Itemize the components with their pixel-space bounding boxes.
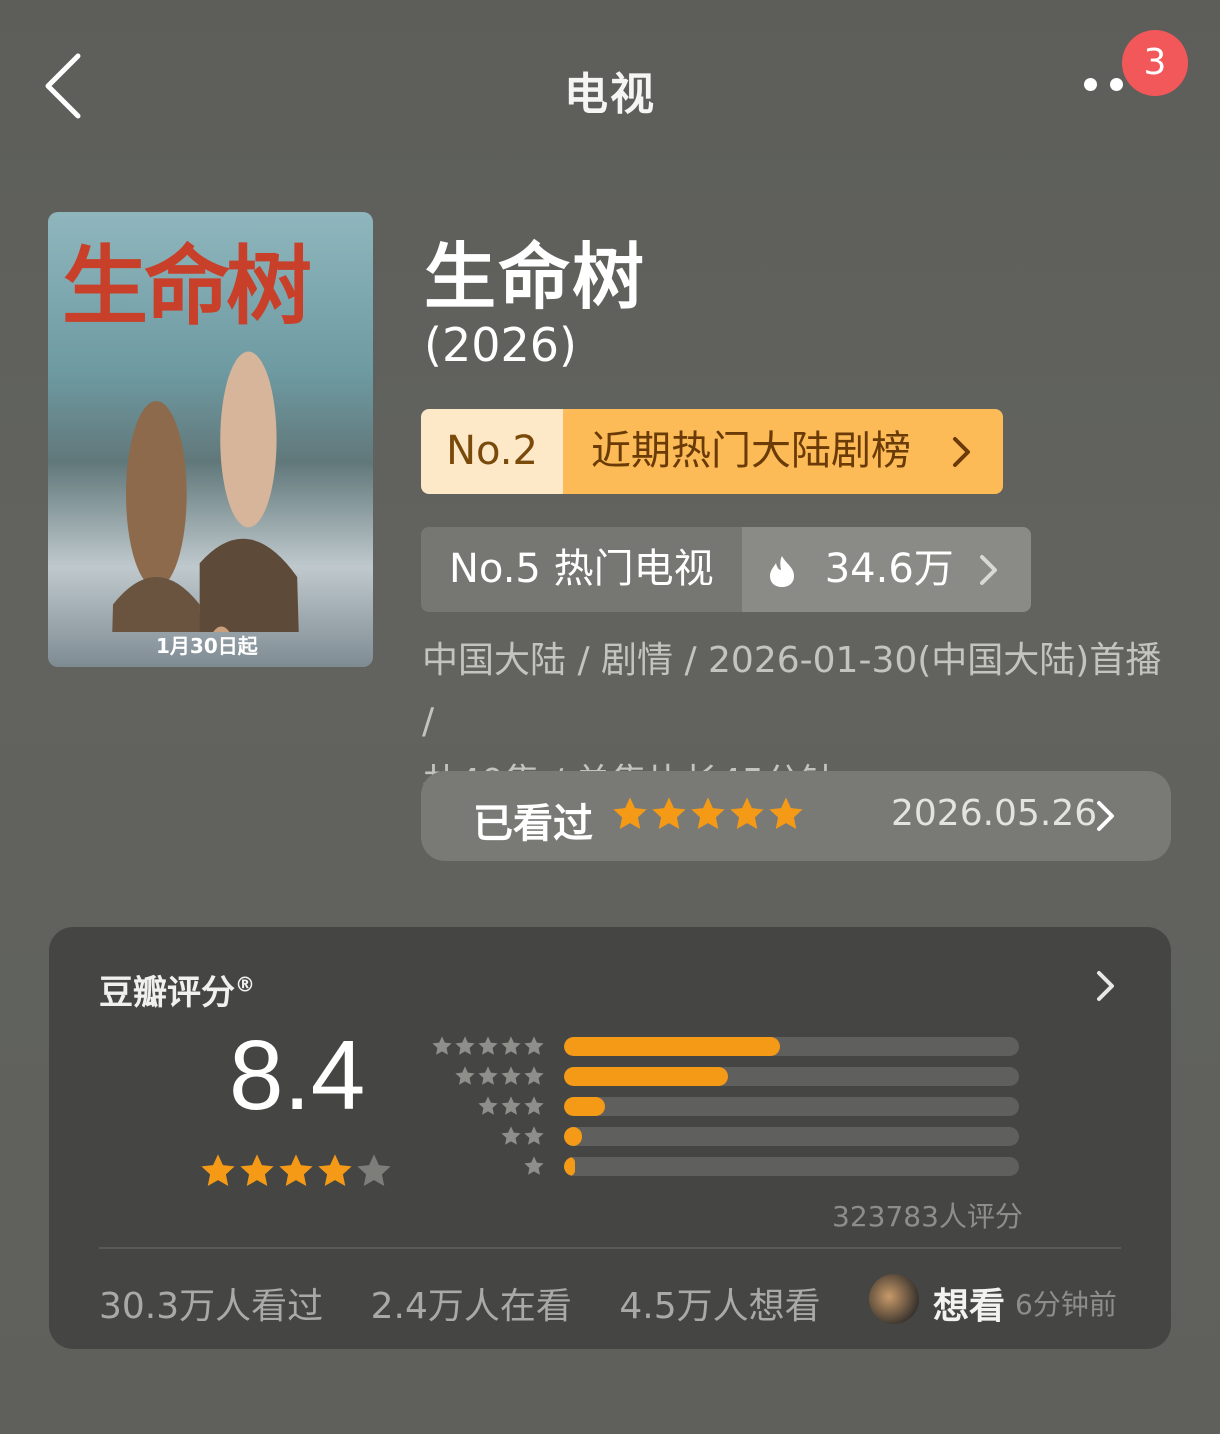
star-icon xyxy=(201,1154,235,1187)
rating-title-text: 豆瓣评分 xyxy=(99,973,235,1013)
meta-line-1: 中国大陆 / 剧情 / 2026-01-30(中国大陆)首播 / xyxy=(422,640,1162,742)
flame-icon xyxy=(770,556,794,587)
rating-bar-track xyxy=(564,1097,1019,1116)
rating-bar-track xyxy=(564,1067,1019,1086)
poster-image[interactable]: 生命树 1月30日起 xyxy=(48,212,373,667)
rating-score: 8.4 xyxy=(229,1020,366,1130)
rating-bar-track xyxy=(564,1157,1019,1176)
more-dots-icon xyxy=(1084,78,1097,91)
star-icon xyxy=(455,1066,475,1085)
avatar[interactable] xyxy=(869,1274,919,1324)
star-icon xyxy=(501,1066,521,1085)
rank-number: No.2 xyxy=(421,409,563,494)
score-stars xyxy=(199,1152,394,1194)
star-icon xyxy=(240,1154,274,1187)
watched-date: 2026.05.26 xyxy=(891,793,1098,834)
hot-tv-badge[interactable]: No.5 热门电视 34.6万 xyxy=(421,527,1031,612)
star-icon xyxy=(730,797,764,830)
page-title: 电视 xyxy=(564,69,656,120)
row-stars xyxy=(431,1035,546,1061)
rating-bar-track xyxy=(564,1127,1019,1146)
top-bar: 电视 3 xyxy=(0,0,1220,170)
notification-badge[interactable]: 3 xyxy=(1122,30,1188,96)
rating-bar-row xyxy=(431,1125,1071,1146)
star-icon xyxy=(691,797,725,830)
watched-count[interactable]: 30.3万人看过 xyxy=(99,1286,323,1327)
star-icon xyxy=(524,1156,544,1175)
star-icon xyxy=(501,1036,521,1055)
rating-bar-row xyxy=(431,1035,1071,1056)
star-icon xyxy=(613,797,647,830)
star-icon xyxy=(478,1036,498,1055)
rating-bar-fill xyxy=(564,1067,728,1086)
star-icon xyxy=(524,1036,544,1055)
star-icon xyxy=(652,797,686,830)
rating-title: 豆瓣评分® xyxy=(99,965,255,1014)
chevron-right-icon[interactable] xyxy=(1095,969,1117,1003)
heat-value: 34.6万 xyxy=(824,546,954,592)
rating-bar-track xyxy=(564,1037,1019,1056)
watched-label: 已看过 xyxy=(473,801,593,847)
row-stars xyxy=(454,1065,546,1091)
rank-list-badge[interactable]: No.2 近期热门大陆剧榜 xyxy=(421,409,1003,494)
rating-count: 323783人评分 xyxy=(832,1200,1023,1233)
my-rating-stars xyxy=(611,795,806,837)
chevron-right-icon xyxy=(953,437,970,467)
row-stars xyxy=(523,1155,546,1181)
my-watch-status[interactable]: 已看过 2026.05.26 xyxy=(421,771,1171,861)
star-icon xyxy=(455,1036,475,1055)
audience-stats: 30.3万人看过 2.4万人在看 4.5万人想看 xyxy=(99,1277,857,1329)
star-icon xyxy=(501,1126,521,1145)
star-icon xyxy=(501,1096,521,1115)
star-icon xyxy=(769,797,803,830)
registered-mark: ® xyxy=(235,972,255,997)
rating-bar-fill xyxy=(564,1097,605,1116)
rank-list-label: 近期热门大陆剧榜 xyxy=(591,428,911,474)
rating-bar-fill xyxy=(564,1037,781,1056)
show-title: 生命树 xyxy=(424,235,647,319)
rating-bar-row xyxy=(431,1155,1071,1176)
poster-figures-graphic xyxy=(112,351,299,632)
wish-count[interactable]: 4.5万人想看 xyxy=(619,1286,820,1327)
star-icon xyxy=(318,1154,352,1187)
row-stars xyxy=(477,1095,546,1121)
rating-bar-row xyxy=(431,1065,1071,1086)
rating-bar-fill xyxy=(564,1157,576,1176)
rating-bar-fill xyxy=(564,1127,583,1146)
poster-date-text: 1月30日起 xyxy=(156,634,258,658)
star-icon xyxy=(279,1154,313,1187)
more-button[interactable] xyxy=(1078,72,1128,98)
chevron-right-icon xyxy=(1097,801,1114,831)
douban-rating-card[interactable]: 豆瓣评分® 8.4 323783人评分 30.3万人看过 2.4万人在看 4.5… xyxy=(49,927,1171,1349)
rating-bar-row xyxy=(431,1095,1071,1116)
watching-count[interactable]: 2.4万人在看 xyxy=(371,1286,572,1327)
star-icon xyxy=(357,1154,391,1187)
divider xyxy=(99,1247,1121,1249)
more-dots-icon xyxy=(1110,78,1123,91)
hot-rank-label: No.5 热门电视 xyxy=(421,527,742,612)
show-year: (2026) xyxy=(424,318,577,372)
star-icon xyxy=(524,1066,544,1085)
rank-list-name: 近期热门大陆剧榜 xyxy=(563,409,1003,494)
star-icon xyxy=(524,1096,544,1115)
star-icon xyxy=(432,1036,452,1055)
star-icon xyxy=(478,1066,498,1085)
chevron-right-icon xyxy=(980,555,997,585)
heat-value-box: 34.6万 xyxy=(742,527,1031,612)
star-icon xyxy=(478,1096,498,1115)
friend-status-time: 6分钟前 xyxy=(1015,1288,1117,1321)
friend-status: 想看 xyxy=(933,1286,1006,1327)
row-stars xyxy=(500,1125,546,1151)
star-icon xyxy=(524,1126,544,1145)
